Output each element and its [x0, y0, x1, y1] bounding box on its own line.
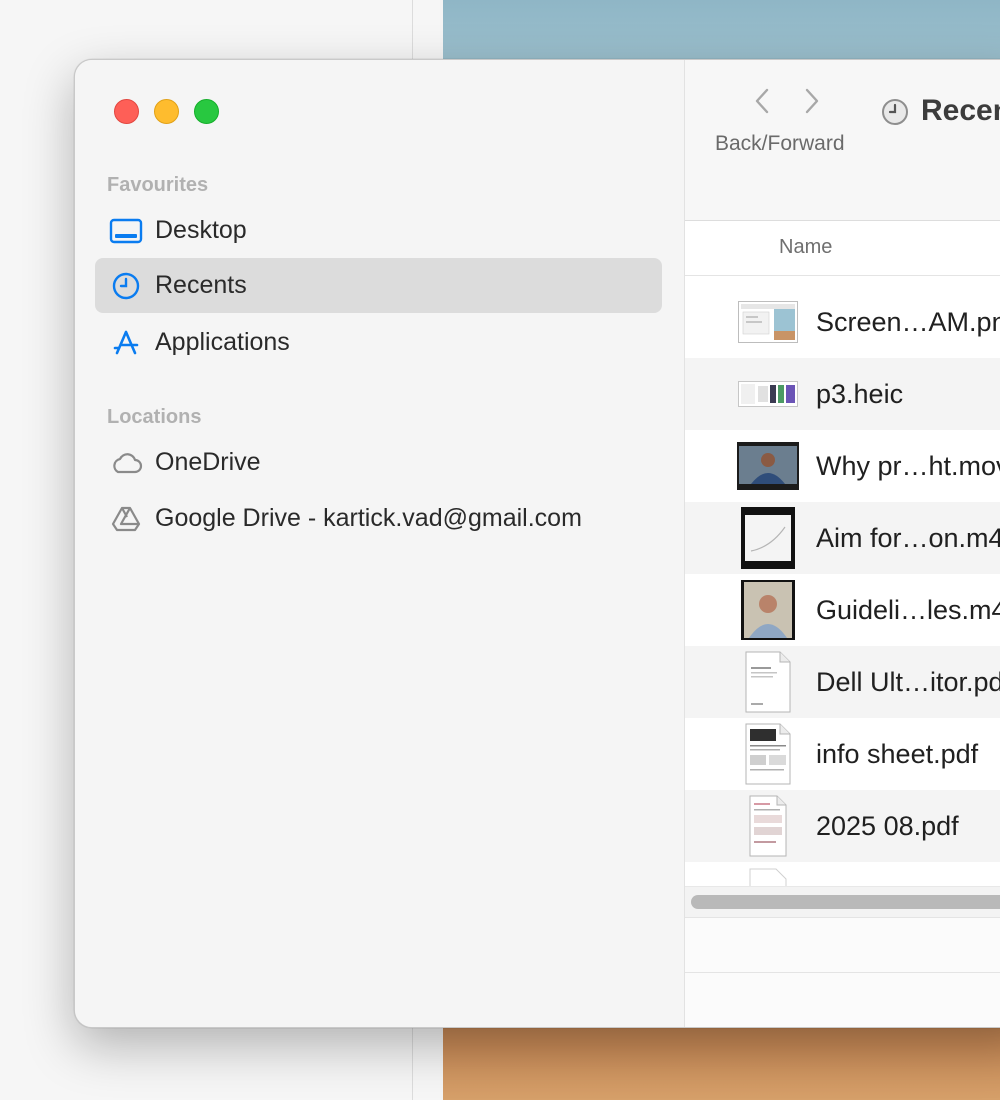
sidebar-item-applications[interactable]: Applications — [95, 315, 662, 370]
file-name: Guideli…les.m4v — [816, 594, 1000, 625]
bottom-bar — [685, 917, 1000, 1027]
screenshot-thumbnail — [737, 301, 799, 343]
image-thumbnail — [737, 381, 799, 407]
section-title-locations: Locations — [107, 406, 202, 428]
clock-icon — [109, 269, 143, 303]
video-thumbnail — [737, 580, 799, 640]
sidebar-item-label: Recents — [155, 271, 247, 299]
file-row[interactable]: Screen…AM.png — [685, 286, 1000, 358]
file-name: p3.heic — [816, 378, 904, 409]
applications-icon — [109, 326, 143, 360]
finder-window: Favourites Desktop Recents Applications … — [74, 59, 1000, 1028]
file-row-partial[interactable] — [685, 862, 1000, 888]
window-title: Recents — [921, 94, 1000, 127]
cloud-icon — [109, 446, 143, 480]
close-button[interactable] — [114, 99, 139, 124]
chevron-left-icon — [755, 88, 769, 114]
file-row[interactable]: Dell Ult…itor.pdf — [685, 646, 1000, 718]
column-header-name[interactable]: Name — [779, 236, 832, 259]
document-thumbnail — [737, 868, 799, 888]
file-name: Screen…AM.png — [816, 306, 1000, 337]
pdf-thumbnail — [737, 723, 799, 785]
scrollbar-thumb[interactable] — [691, 895, 1000, 909]
desktop-icon — [109, 214, 143, 248]
back-forward-caption: Back/Forward — [715, 132, 845, 155]
file-row[interactable]: p3.heic — [685, 358, 1000, 430]
sidebar-item-label: Applications — [155, 328, 290, 356]
file-name: info sheet.pdf — [816, 738, 979, 769]
file-list: Screen…AM.png p3.heic Why pr…ht.mov — [685, 286, 1000, 888]
video-thumbnail — [737, 442, 799, 490]
sidebar-item-label: OneDrive — [155, 448, 261, 476]
pdf-thumbnail — [737, 795, 799, 857]
file-name: Why pr…ht.mov — [816, 450, 1000, 481]
google-drive-icon — [109, 502, 143, 536]
forward-button[interactable] — [797, 86, 827, 116]
minimize-button[interactable] — [154, 99, 179, 124]
main-pane: Back/Forward Recents Name Screen…AM.png — [685, 60, 1000, 1027]
recents-clock-icon — [881, 98, 909, 126]
sidebar-item-google-drive[interactable]: Google Drive - kartick.vad@gmail.com — [95, 491, 662, 546]
file-row[interactable]: info sheet.pdf — [685, 718, 1000, 790]
divider — [685, 972, 1000, 973]
chevron-right-icon — [805, 88, 819, 114]
column-header: Name — [685, 221, 1000, 276]
sidebar: Favourites Desktop Recents Applications … — [75, 60, 685, 1027]
file-row[interactable]: 2025 08.pdf — [685, 790, 1000, 862]
maximize-button[interactable] — [194, 99, 219, 124]
file-row[interactable]: Why pr…ht.mov — [685, 430, 1000, 502]
sidebar-item-label: Google Drive - kartick.vad@gmail.com — [155, 504, 582, 532]
toolbar: Back/Forward Recents — [685, 60, 1000, 221]
back-button[interactable] — [747, 86, 777, 116]
sidebar-item-label: Desktop — [155, 216, 247, 244]
horizontal-scrollbar[interactable] — [685, 886, 1000, 917]
file-name: 2025 08.pdf — [816, 810, 959, 841]
pdf-thumbnail — [737, 651, 799, 713]
file-row[interactable]: Guideli…les.m4v — [685, 574, 1000, 646]
section-title-favourites: Favourites — [107, 174, 209, 196]
file-row[interactable]: Aim for…on.m4v — [685, 502, 1000, 574]
video-thumbnail — [737, 507, 799, 569]
file-name: Dell Ult…itor.pdf — [816, 666, 1000, 697]
file-name: Aim for…on.m4v — [816, 522, 1000, 553]
sidebar-item-desktop[interactable]: Desktop — [95, 203, 662, 258]
sidebar-item-onedrive[interactable]: OneDrive — [95, 435, 662, 490]
sidebar-item-recents[interactable]: Recents — [95, 258, 662, 313]
